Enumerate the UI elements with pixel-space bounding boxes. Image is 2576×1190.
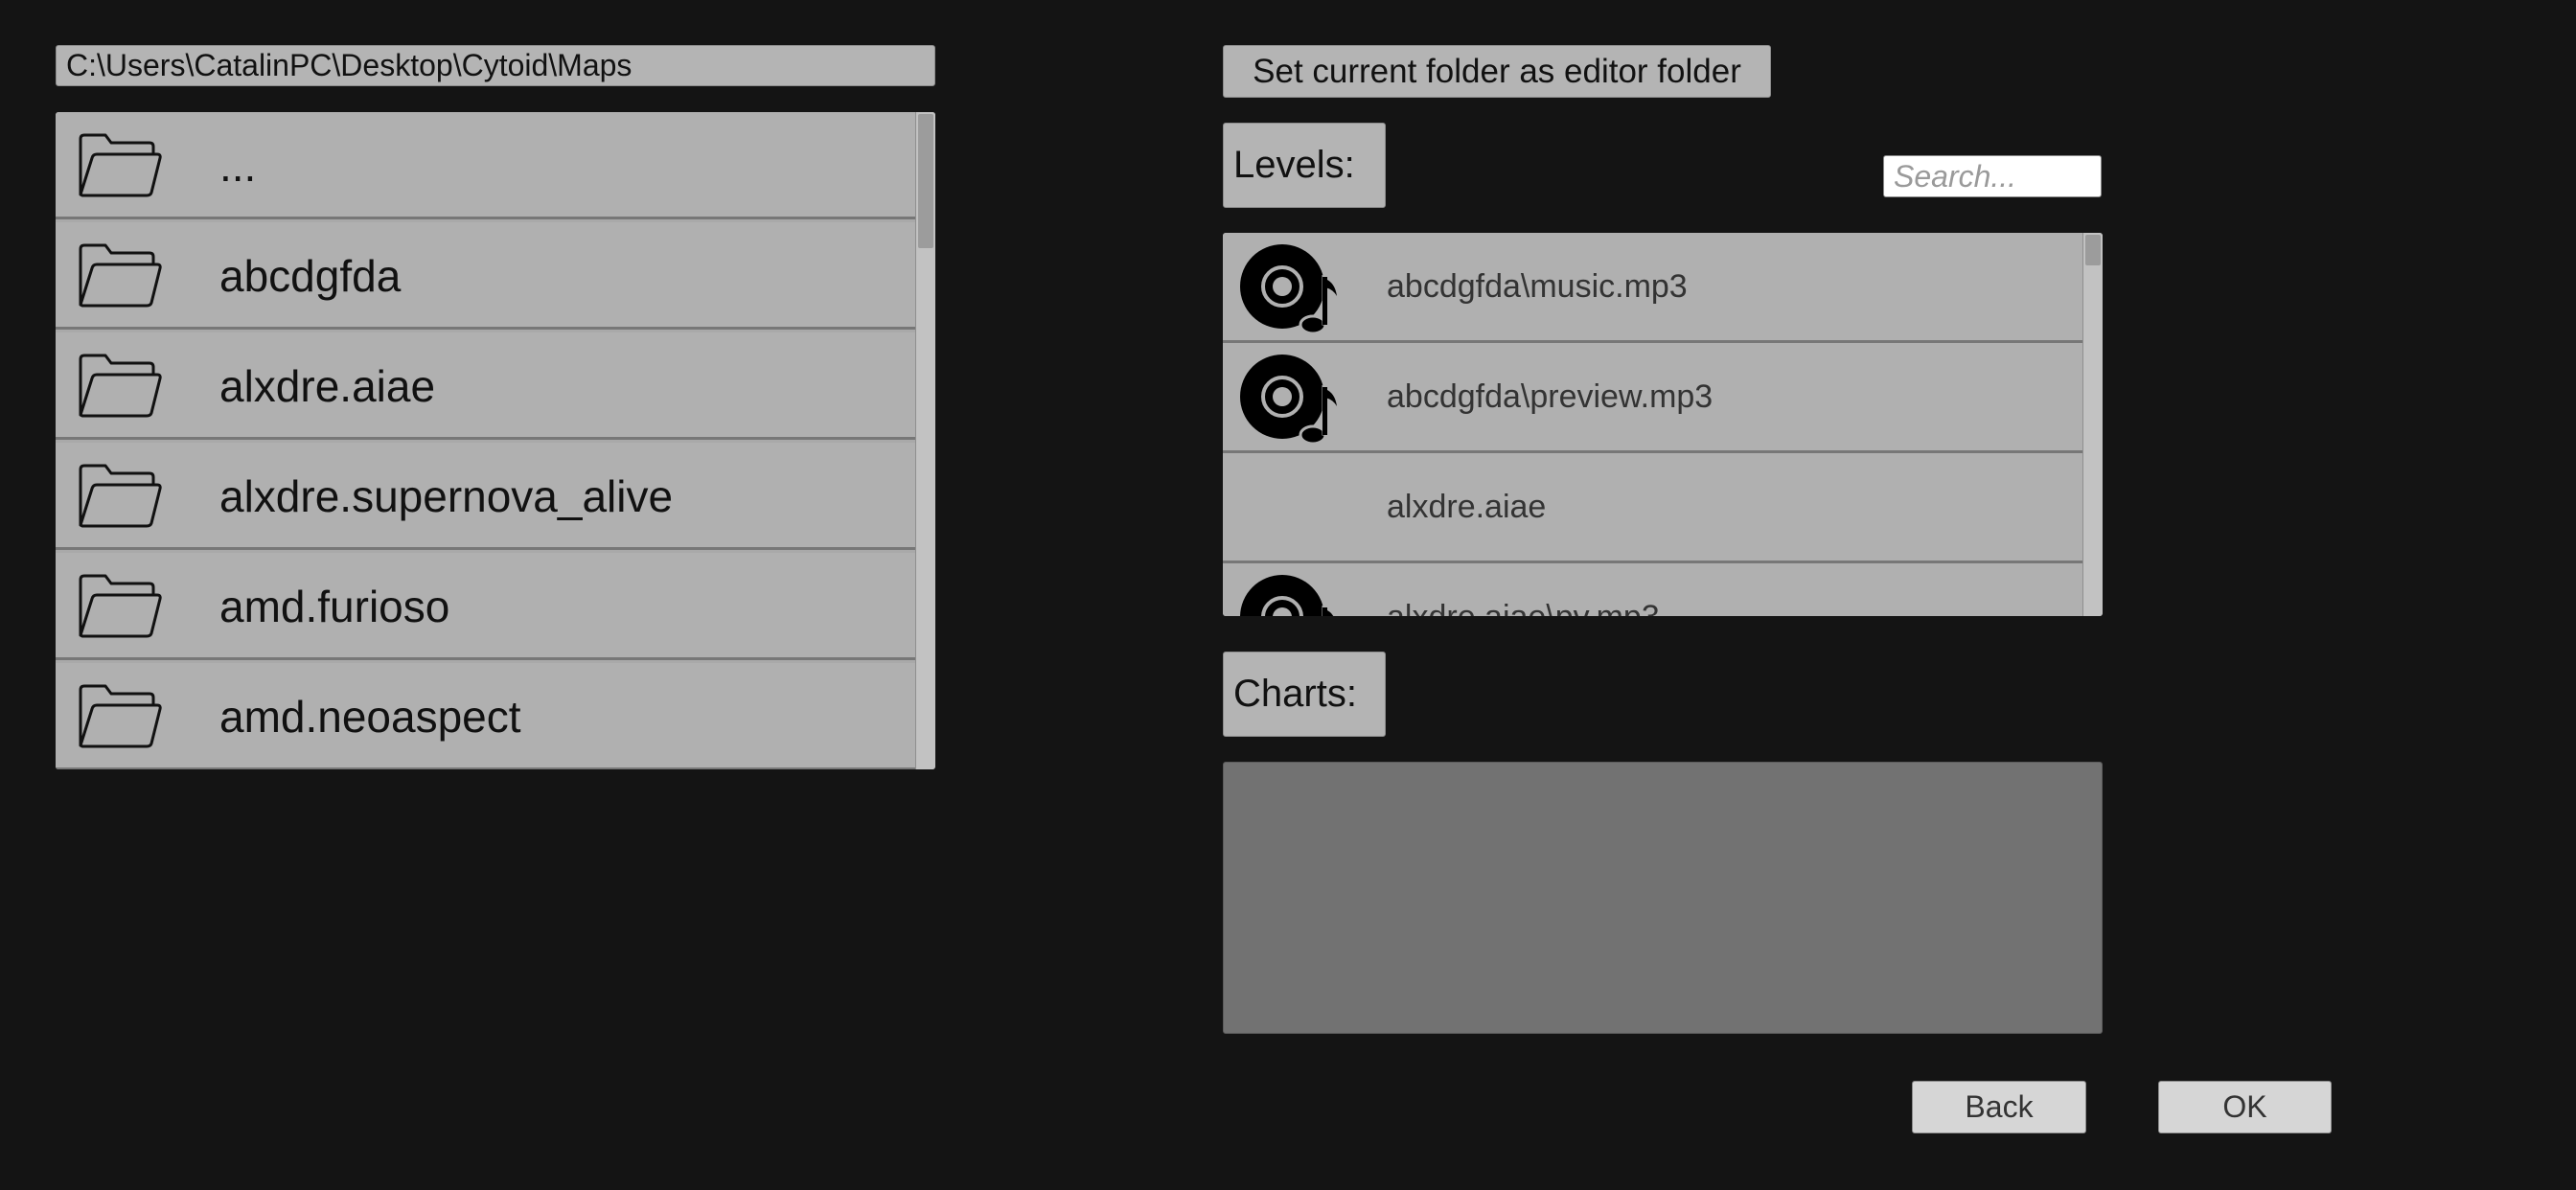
folder-label: amd.furioso: [219, 582, 450, 631]
folder-row-parent[interactable]: ...: [56, 112, 915, 219]
charts-label: Charts:: [1223, 652, 1386, 737]
levels-label: Levels:: [1223, 123, 1386, 208]
folder-label: alxdre.supernova_alive: [219, 471, 674, 521]
folder-icon: [79, 243, 162, 308]
folder-list-scroll-thumb[interactable]: [918, 114, 933, 248]
folder-label: amd.neoaspect: [219, 692, 521, 742]
level-row[interactable]: alxdre.aiae: [1223, 453, 2082, 563]
folder-row-alxdre-supernova-alive[interactable]: alxdre.supernova_alive: [56, 443, 915, 550]
level-row[interactable]: abcdgfda\preview.mp3: [1223, 343, 2082, 453]
folder-label: alxdre.aiae: [219, 361, 436, 411]
path-field[interactable]: C:\Users\CatalinPC\Desktop\Cytoid\Maps: [56, 45, 935, 86]
level-row[interactable]: abcdgfda\music.mp3: [1223, 233, 2082, 343]
levels-list: abcdgfda\music.mp3 abcdgfda\preview.mp3 …: [1223, 233, 2103, 616]
folder-icon: [79, 354, 162, 418]
folder-label: ...: [219, 141, 257, 191]
folder-icon: [79, 684, 162, 748]
level-label: alxdre.aiae: [1387, 489, 1547, 525]
level-label: abcdgfda\music.mp3: [1387, 268, 1688, 305]
music-disc-icon: [1240, 355, 1340, 446]
search-input[interactable]: [1883, 155, 2102, 197]
folder-row-alxdre-aiae[interactable]: alxdre.aiae: [56, 332, 915, 440]
folder-list: ... abcdgfda alxdre.aiae alxdre.supernov…: [56, 112, 935, 769]
ok-button[interactable]: OK: [2158, 1081, 2332, 1133]
music-disc-icon: [1240, 575, 1336, 616]
back-button[interactable]: Back: [1912, 1081, 2086, 1133]
levels-list-scroll-thumb[interactable]: [2085, 235, 2101, 265]
levels-list-scrollbar[interactable]: [2082, 233, 2103, 616]
folder-row-amd-furioso[interactable]: amd.furioso: [56, 553, 915, 660]
folder-icon: [79, 133, 162, 197]
set-editor-folder-button[interactable]: Set current folder as editor folder: [1223, 45, 1771, 98]
level-row[interactable]: alxdre.aiae\pv.mp3: [1223, 563, 2082, 616]
folder-icon: [79, 464, 162, 528]
folder-row-amd-neoaspect[interactable]: amd.neoaspect: [56, 663, 915, 769]
level-label: alxdre.aiae\pv.mp3: [1387, 563, 1660, 616]
charts-list: [1223, 762, 2103, 1034]
folder-list-scrollbar[interactable]: [915, 112, 935, 769]
folder-icon: [79, 574, 162, 638]
folder-label: abcdgfda: [219, 251, 402, 301]
level-label: abcdgfda\preview.mp3: [1387, 378, 1714, 415]
music-disc-icon: [1240, 244, 1340, 335]
folder-row-abcdgfda[interactable]: abcdgfda: [56, 222, 915, 330]
